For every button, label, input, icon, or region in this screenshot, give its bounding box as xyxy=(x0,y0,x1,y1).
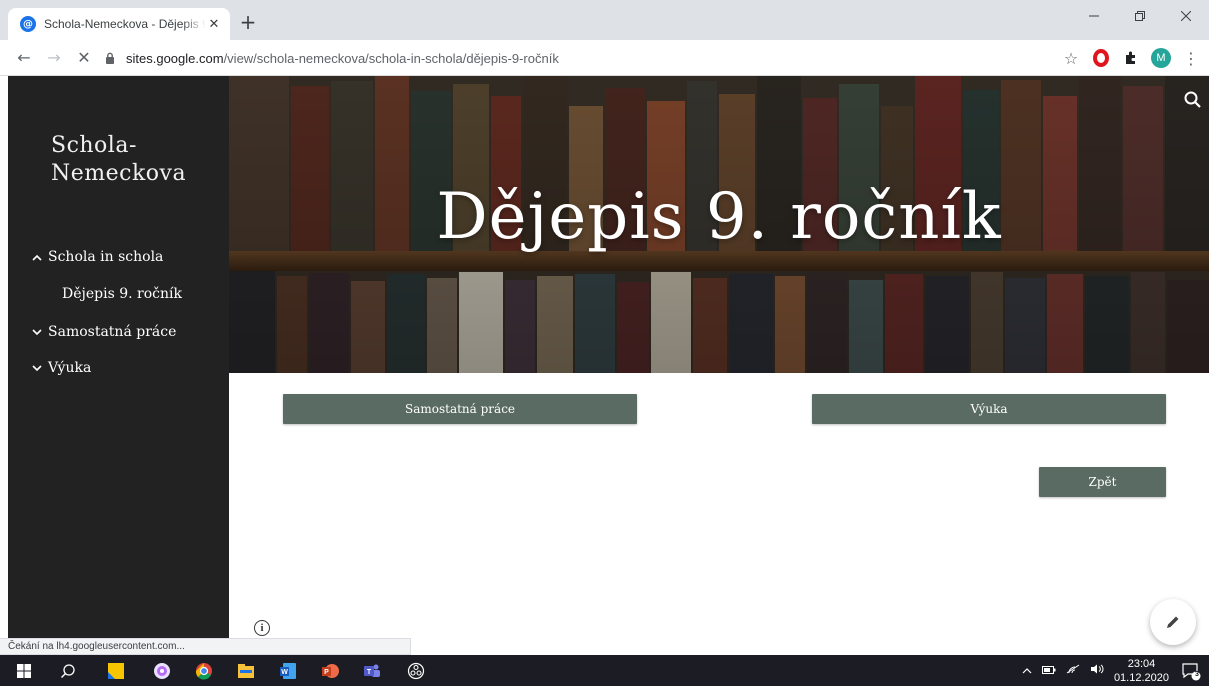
browser-menu-icon[interactable]: ⋮ xyxy=(1181,48,1201,68)
nav-item-label: Samostatná práce xyxy=(48,324,177,340)
profile-avatar[interactable]: M xyxy=(1151,48,1171,68)
close-icon xyxy=(1181,11,1191,21)
word-icon[interactable]: W xyxy=(276,659,300,683)
nav-item-label: Schola in schola xyxy=(48,249,164,265)
site-sidebar: Schola-Nemeckova Schola in schola Dějepi… xyxy=(8,76,229,653)
system-clock[interactable]: 23:04 01.12.2020 xyxy=(1114,657,1169,685)
zpet-button[interactable]: Zpět xyxy=(1039,467,1166,497)
loading-status: Čekání na lh4.googleusercontent.com... xyxy=(0,638,411,655)
google-sites-favicon-icon: @ xyxy=(20,16,36,32)
system-tray: 23:04 01.12.2020 xyxy=(1022,655,1169,686)
vyuka-button[interactable]: Výuka xyxy=(812,394,1166,424)
clock-time: 23:04 xyxy=(1127,657,1156,670)
url-host: sites.google.com xyxy=(126,50,224,66)
nav-item-label: Dějepis 9. ročník xyxy=(62,286,182,302)
search-icon[interactable] xyxy=(56,659,80,683)
svg-text:P: P xyxy=(324,669,329,676)
close-window-button[interactable] xyxy=(1163,0,1209,32)
svg-text:T: T xyxy=(367,669,372,676)
volume-icon[interactable] xyxy=(1090,664,1104,677)
search-icon[interactable] xyxy=(1183,90,1203,110)
chevron-down-icon[interactable] xyxy=(30,325,44,339)
hero-banner: Dějepis 9. ročník xyxy=(229,76,1209,373)
forward-button[interactable]: → xyxy=(44,48,64,68)
new-tab-button[interactable]: + xyxy=(238,12,258,32)
lock-icon[interactable] xyxy=(104,52,116,64)
extensions-puzzle-icon[interactable] xyxy=(1121,48,1141,68)
wifi-icon[interactable] xyxy=(1066,664,1080,677)
bookmark-star-icon[interactable]: ☆ xyxy=(1061,48,1081,68)
back-button[interactable]: ← xyxy=(14,48,34,68)
powerpoint-icon[interactable]: P xyxy=(318,659,342,683)
restore-icon xyxy=(1135,11,1145,21)
tab-title: Schola-Nemeckova - Dějepis 9. ročník xyxy=(44,17,206,31)
site-title[interactable]: Schola-Nemeckova xyxy=(51,132,201,188)
chevron-up-icon[interactable] xyxy=(1022,664,1032,677)
toolbar-actions: ☆ M ⋮ xyxy=(1061,46,1201,70)
minimize-icon xyxy=(1089,15,1099,17)
stop-loading-button[interactable]: ✕ xyxy=(74,48,94,68)
samostatna-prace-button[interactable]: Samostatná práce xyxy=(283,394,637,424)
chevron-down-icon[interactable] xyxy=(30,361,44,375)
windows-taskbar: W P T 23:04 01.12.2020 3 xyxy=(0,655,1209,686)
page-title: Dějepis 9. ročník xyxy=(436,180,1002,254)
nav-item-vyuka[interactable]: Výuka xyxy=(30,360,91,376)
battery-icon[interactable] xyxy=(1041,664,1056,677)
minimize-button[interactable] xyxy=(1071,0,1117,32)
nav-item-samostatna-prace[interactable]: Samostatná práce xyxy=(30,324,176,340)
url-path: /view/schola-nemeckova/schola-in-schola/… xyxy=(223,50,559,66)
info-icon[interactable]: i xyxy=(254,620,270,636)
nav-item-schola-in-schola[interactable]: Schola in schola xyxy=(30,249,163,265)
pencil-icon xyxy=(1167,616,1179,628)
windows-start-icon[interactable] xyxy=(12,659,36,683)
chrome-icon[interactable] xyxy=(192,659,216,683)
tab-close-icon[interactable]: ✕ xyxy=(206,16,222,32)
nav-item-label: Výuka xyxy=(48,360,92,376)
file-explorer-icon[interactable] xyxy=(234,659,258,683)
chevron-up-icon[interactable] xyxy=(30,250,44,264)
clock-date: 01.12.2020 xyxy=(1113,671,1169,684)
tab-strip: @ Schola-Nemeckova - Dějepis 9. ročník ✕… xyxy=(0,0,1209,40)
browser-tab[interactable]: @ Schola-Nemeckova - Dějepis 9. ročník ✕ xyxy=(8,8,230,40)
obs-icon[interactable] xyxy=(404,659,428,683)
edit-button[interactable] xyxy=(1150,599,1196,645)
address-bar: ← → ✕ sites.google.com/view/schola-nemec… xyxy=(0,40,1209,76)
window-controls xyxy=(1071,0,1209,32)
opera-extension-icon[interactable] xyxy=(1091,48,1111,68)
sticky-notes-icon[interactable] xyxy=(104,659,128,683)
url-field[interactable]: sites.google.com/view/schola-nemeckova/s… xyxy=(104,44,1084,72)
action-center-icon[interactable]: 3 xyxy=(1181,661,1201,681)
nav-item-dejepis-9-rocnik[interactable]: Dějepis 9. ročník xyxy=(62,286,182,302)
itunes-icon[interactable] xyxy=(150,659,174,683)
svg-text:W: W xyxy=(281,669,288,676)
teams-icon[interactable]: T xyxy=(360,659,384,683)
notification-count: 3 xyxy=(1195,671,1199,678)
maximize-button[interactable] xyxy=(1117,0,1163,32)
